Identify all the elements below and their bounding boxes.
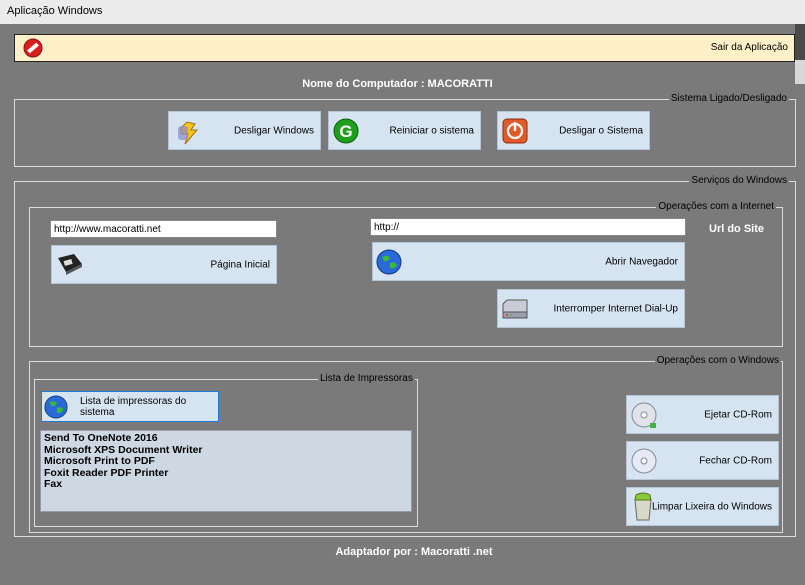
right-strip [795,24,805,60]
printers-listbox[interactable]: Send To OneNote 2016 Microsoft XPS Docum… [40,430,412,512]
modem-icon [501,298,529,320]
home-page-button[interactable]: Página Inicial [51,245,277,284]
list-item[interactable]: Fax [44,478,408,491]
shutdown-system-button[interactable]: Desligar o Sistema [497,111,650,150]
list-item[interactable]: Foxit Reader PDF Printer [44,467,408,480]
no-entry-icon [23,38,43,58]
close-cdrom-button[interactable]: Fechar CD-Rom [626,441,779,480]
url-label: Url do Site [709,223,765,235]
globe-icon [44,395,68,419]
dialup-stop-button[interactable]: Interromper Internet Dial-Up [497,289,685,328]
shutdown-windows-label: Desligar Windows [233,125,314,136]
close-cdrom-label: Fechar CD-Rom [699,455,772,466]
cd-icon [630,447,658,475]
empty-recycle-bin-label: Limpar Lixeira do Windows [651,501,772,512]
power-off-icon [502,118,528,144]
shutdown-system-label: Desligar o Sistema [559,125,643,136]
restart-system-button[interactable]: G Reiniciar o sistema [328,111,481,150]
site-url-input[interactable] [370,218,686,236]
services-group-title: Serviços do Windows [689,175,789,186]
right-strip-light [795,60,805,84]
open-browser-button[interactable]: Abrir Navegador [372,242,685,281]
home-url-input[interactable] [50,220,277,238]
printers-group-title: Lista de Impressoras [318,373,415,384]
power-lightning-icon [175,118,203,146]
eject-cdrom-button[interactable]: Ejetar CD-Rom [626,395,779,434]
floppy-disk-icon [56,252,84,278]
list-item[interactable]: Microsoft Print to PDF [44,455,408,468]
footer-credit: Adaptador por : Macoratti .net [335,546,493,558]
internet-group-title: Operações com a Internet [656,201,776,212]
windows-ops-group-title: Operações com o Windows [654,355,781,366]
restart-system-label: Reiniciar o sistema [389,125,474,136]
dialup-stop-label: Interromper Internet Dial-Up [553,303,679,314]
svg-text:G: G [339,122,352,141]
shutdown-windows-button[interactable]: Desligar Windows [168,111,321,150]
empty-recycle-bin-button[interactable]: Limpar Lixeira do Windows [626,487,779,526]
exit-label: Sair da Aplicação [710,42,788,53]
globe-icon [376,249,402,275]
cd-icon [630,401,658,429]
green-g-icon: G [333,118,359,144]
list-printers-button[interactable]: Lista de impressoras do sistema [41,391,219,422]
open-browser-label: Abrir Navegador [605,256,678,267]
list-printers-label: Lista de impressoras do sistema [80,395,187,418]
home-page-label: Página Inicial [210,259,270,270]
exit-button[interactable]: Sair da Aplicação [14,34,795,62]
list-item[interactable]: Send To OneNote 2016 [44,432,408,445]
power-group-title: Sistema Ligado/Desligado [668,93,789,104]
window-title-bar: Aplicação Windows [0,0,805,24]
computer-name: Nome do Computador : MACORATTI [302,78,493,90]
eject-cdrom-label: Ejetar CD-Rom [704,409,772,420]
window-title: Aplicação Windows [7,5,103,17]
